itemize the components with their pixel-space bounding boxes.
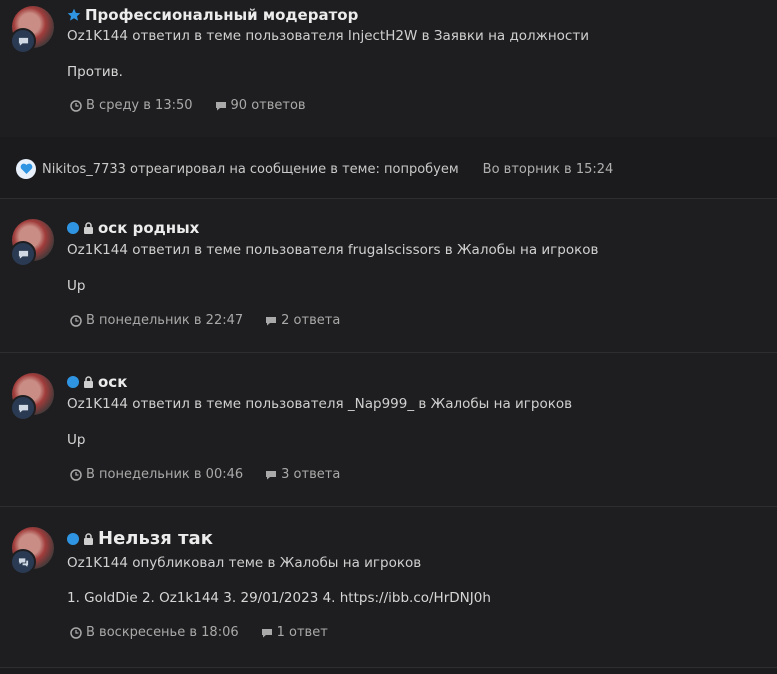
thread-title[interactable]: оск <box>67 373 127 391</box>
comment-icon <box>261 628 272 637</box>
unread-dot <box>67 532 79 545</box>
lock-icon <box>83 222 94 234</box>
thread-title[interactable]: Профессиональный модератор <box>67 6 358 24</box>
comment-icon <box>10 28 36 54</box>
star-icon <box>67 8 81 22</box>
comments-icon <box>10 549 36 575</box>
unread-dot <box>67 376 79 388</box>
item-meta: В среду в 13:50 90 ответов <box>70 98 306 113</box>
post-snippet: Up <box>67 278 86 294</box>
post-snippet: 1. GoldDie 2. Oz1k144 3. 29/01/2023 4. h… <box>67 590 491 606</box>
timestamp[interactable]: В среду в 13:50 <box>70 98 193 113</box>
feed-item: оск Oz1K144 ответил в теме пользователя … <box>0 353 777 506</box>
news-feed: Профессиональный модератор Oz1K144 ответ… <box>0 0 777 674</box>
avatar[interactable] <box>10 527 54 575</box>
item-meta: В воскресенье в 18:06 1 ответ <box>70 625 328 640</box>
reaction-item: Nikitos_7733 отреагировал на сообщение в… <box>0 137 777 198</box>
avatar[interactable] <box>10 219 54 267</box>
reaction-text[interactable]: Nikitos_7733 отреагировал на сообщение в… <box>42 162 459 177</box>
reply-count: 2 ответа <box>265 313 340 328</box>
reply-count: 3 ответа <box>265 467 340 482</box>
activity-line[interactable]: Oz1K144 ответил в теме пользователя frug… <box>67 242 598 258</box>
divider <box>0 667 777 668</box>
heart-icon <box>16 159 36 179</box>
post-snippet: Против. <box>67 64 123 80</box>
avatar[interactable] <box>10 373 54 421</box>
lock-icon <box>83 532 94 545</box>
timestamp[interactable]: В понедельник в 22:47 <box>70 313 243 328</box>
clock-icon <box>70 314 82 327</box>
timestamp[interactable]: В понедельник в 00:46 <box>70 467 243 482</box>
reaction-time[interactable]: Во вторник в 15:24 <box>483 162 614 177</box>
timestamp[interactable]: В воскресенье в 18:06 <box>70 625 239 640</box>
comment-icon <box>10 395 36 421</box>
unread-dot <box>67 222 79 234</box>
clock-icon <box>70 626 82 639</box>
comment-icon <box>266 470 277 479</box>
thread-title[interactable]: оск родных <box>67 219 199 237</box>
comment-icon <box>10 241 36 267</box>
feed-item: оск родных Oz1K144 ответил в теме пользо… <box>0 199 777 352</box>
thread-title[interactable]: Нельзя так <box>67 528 213 549</box>
activity-line[interactable]: Oz1K144 ответил в теме пользователя _Nap… <box>67 396 572 412</box>
comment-icon <box>266 316 277 325</box>
item-meta: В понедельник в 00:46 3 ответа <box>70 467 340 482</box>
feed-item: Нельзя так Oz1K144 опубликовал теме в Жа… <box>0 507 777 667</box>
thread-title-text: Профессиональный модератор <box>85 6 359 24</box>
avatar[interactable] <box>10 6 54 54</box>
reply-count: 90 ответов <box>215 98 306 113</box>
thread-title-text: оск родных <box>98 219 200 237</box>
activity-line[interactable]: Oz1K144 опубликовал теме в Жалобы на игр… <box>67 555 421 571</box>
thread-title-text: Нельзя так <box>98 528 213 549</box>
lock-icon <box>83 376 94 388</box>
item-meta: В понедельник в 22:47 2 ответа <box>70 313 340 328</box>
thread-title-text: оск <box>98 373 128 391</box>
reply-count: 1 ответ <box>261 625 328 640</box>
activity-line[interactable]: Oz1K144 ответил в теме пользователя Inje… <box>67 28 589 44</box>
clock-icon <box>70 468 82 481</box>
post-snippet: Up <box>67 432 86 448</box>
feed-item: Профессиональный модератор Oz1K144 ответ… <box>0 0 777 137</box>
clock-icon <box>70 99 82 112</box>
comment-icon <box>215 101 226 110</box>
